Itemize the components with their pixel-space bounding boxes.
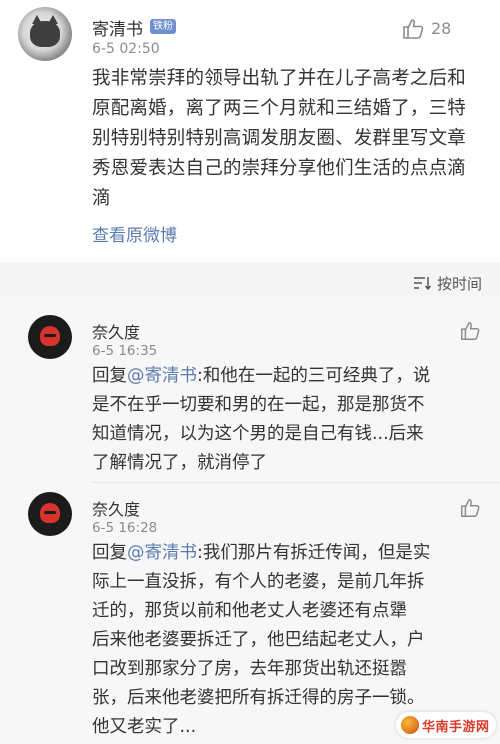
thumbs-up-icon[interactable] bbox=[459, 320, 481, 342]
cat-avatar-icon bbox=[30, 15, 60, 47]
reply-time: 6-5 16:35 bbox=[92, 343, 158, 359]
reply-line: 口改到那家分了房，去年那货出轨还挺嚣 bbox=[92, 659, 407, 679]
post-body: 我非常崇拜的领导出轨了并在儿子高考之后和 原配离婚，离了两三个月就和三结婚了，三… bbox=[92, 64, 492, 214]
reply-avatar[interactable] bbox=[28, 492, 72, 536]
reply-line: 知道情况，以为这个男的是自己有钱...后来 bbox=[92, 424, 424, 444]
main-post: 寄清书 铁粉 6-5 02:50 28 我非常崇拜的领导出轨了并在儿子高考之后和… bbox=[0, 0, 500, 262]
reply-line-text: :和他在一起的三可经典了，说 bbox=[197, 366, 431, 386]
reply-line: 是不在乎一切要和男的在一起，那是那货不 bbox=[92, 395, 425, 415]
mention-link[interactable]: @寄清书 bbox=[127, 366, 197, 386]
post-time: 6-5 02:50 bbox=[92, 41, 160, 57]
watermark-text: 华南手游网 bbox=[422, 720, 490, 735]
watermark: 华南手游网 bbox=[396, 712, 496, 738]
red-creature-avatar-icon bbox=[40, 326, 60, 346]
sort-by-time-button[interactable]: 按时间 bbox=[437, 273, 482, 294]
reply-line: 张，后来他老婆把所有拆迁得的房子一锁。 bbox=[92, 688, 425, 708]
reply-author-name[interactable]: 奈久度 bbox=[92, 319, 140, 343]
reply-line: 了解情况了，就消停了 bbox=[92, 453, 267, 473]
thumbs-up-icon[interactable] bbox=[459, 497, 481, 519]
reply-prefix: 回复 bbox=[92, 543, 127, 563]
reply-prefix: 回复 bbox=[92, 366, 127, 386]
fan-badge: 铁粉 bbox=[150, 19, 176, 34]
reply-author-name[interactable]: 奈久度 bbox=[92, 496, 140, 520]
reply-body: 回复@寄清书:和他在一起的三可经典了，说 是不在乎一切要和男的在一起，那是那货不… bbox=[92, 362, 484, 478]
site-logo-icon bbox=[401, 716, 419, 734]
divider bbox=[92, 482, 500, 483]
reply-avatar[interactable] bbox=[28, 315, 72, 359]
author-name[interactable]: 寄清书 bbox=[92, 15, 143, 40]
reply-line: 回复@寄清书:和他在一起的三可经典了，说 bbox=[92, 362, 484, 391]
reply-line: 际上一直没拆，有个人的老婆，是前几年拆 bbox=[92, 572, 425, 592]
sort-icon[interactable] bbox=[413, 275, 431, 291]
mention-link[interactable]: @寄清书 bbox=[127, 543, 197, 563]
reply-time: 6-5 16:28 bbox=[92, 520, 158, 536]
reply-line: 迁的，那货以前和他老丈人老婆还有点犟 bbox=[92, 601, 407, 621]
post-line: 别特别特别特别高调发朋友圈、发群里写文章 bbox=[92, 128, 467, 149]
reply-line: 后来他老婆要拆迁了，他巴结起老丈人，户 bbox=[92, 630, 425, 650]
reply-line: 回复@寄清书:我们那片有拆迁传闻，但是实 bbox=[92, 539, 484, 568]
post-line: 滴 bbox=[92, 188, 111, 209]
reply-line-text: :我们那片有拆迁传闻，但是实 bbox=[197, 543, 431, 563]
post-line: 原配离婚，离了两三个月就和三结婚了，三特 bbox=[92, 98, 467, 119]
post-line: 我非常崇拜的领导出轨了并在儿子高考之后和 bbox=[92, 68, 467, 89]
author-avatar[interactable] bbox=[18, 7, 72, 61]
post-line: 秀恩爱表达自己的崇拜分享他们生活的点点滴 bbox=[92, 158, 467, 179]
red-creature-avatar-icon bbox=[40, 503, 60, 523]
like-count: 28 bbox=[431, 19, 452, 38]
view-original-link[interactable]: 查看原微博 bbox=[92, 221, 177, 246]
thumbs-up-icon[interactable] bbox=[401, 17, 425, 41]
